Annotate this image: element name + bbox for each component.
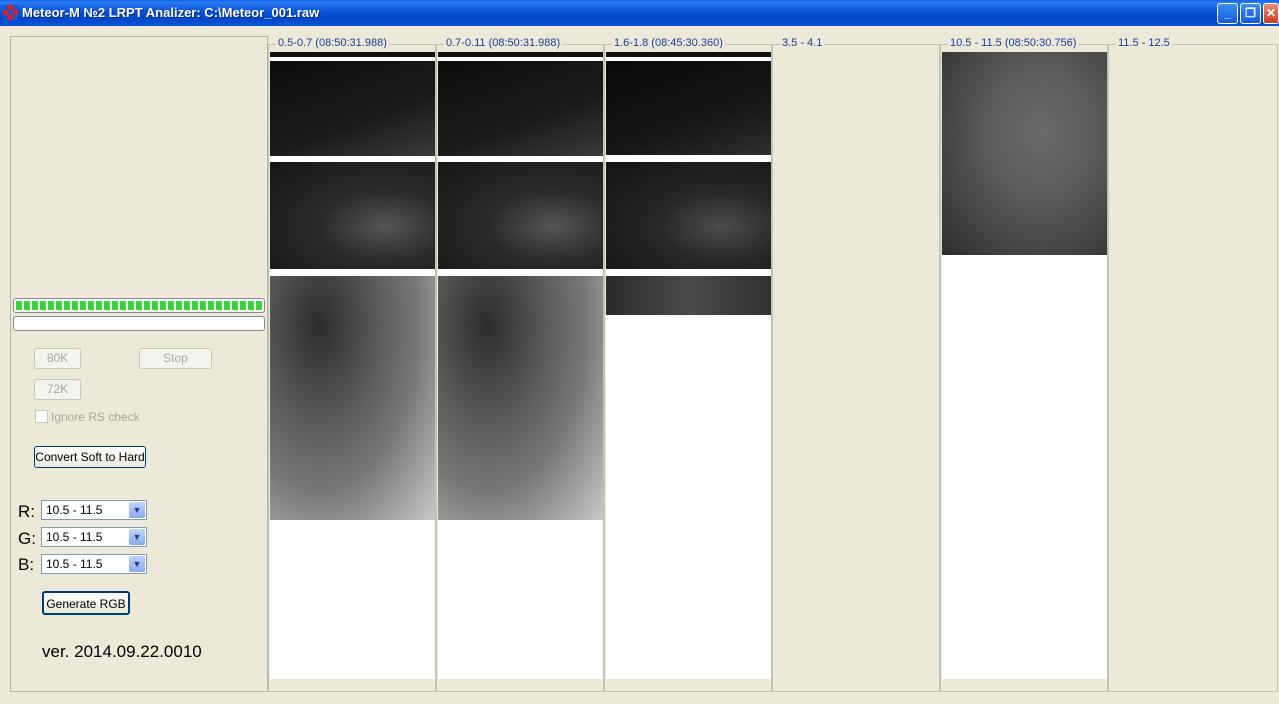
channel-column-6 xyxy=(1108,44,1278,692)
chevron-down-icon[interactable]: ▼ xyxy=(129,556,145,572)
b-label: B: xyxy=(18,555,35,574)
r-label: R: xyxy=(18,502,35,521)
b-channel-select[interactable]: 10.5 - 11.5 ▼ xyxy=(41,554,147,574)
channel-3-image xyxy=(606,52,771,679)
channel-5-image xyxy=(942,52,1107,679)
channel-2-image xyxy=(438,52,603,679)
decode-progress-bar xyxy=(13,298,265,313)
generate-rgb-button[interactable]: Generate RGB xyxy=(42,591,130,615)
g-channel-value: 10.5 - 11.5 xyxy=(46,530,103,544)
ignore-rs-label: Ignore RS check xyxy=(51,410,140,424)
b-channel-value: 10.5 - 11.5 xyxy=(46,557,103,571)
stop-button[interactable]: Stop xyxy=(139,348,212,369)
channel-2-label: 0.7-0.11 (08:50:31.988) xyxy=(444,37,563,49)
channel-3-label: 1.6-1.8 (08:45:30.360) xyxy=(612,37,725,49)
restore-button[interactable]: ❐ xyxy=(1240,3,1261,24)
secondary-progress-bar xyxy=(13,316,265,331)
channel-1-image xyxy=(270,52,435,679)
app-icon xyxy=(3,5,18,20)
g-channel-select[interactable]: 10.5 - 11.5 ▼ xyxy=(41,527,147,547)
g-label: G: xyxy=(18,529,36,548)
channel-4-label: 3.5 - 4.1 xyxy=(780,37,825,49)
r-channel-value: 10.5 - 11.5 xyxy=(46,503,103,517)
minimize-button[interactable]: _ xyxy=(1217,3,1238,24)
version-label: ver. 2014.09.22.0010 xyxy=(42,642,202,661)
r-channel-select[interactable]: 10.5 - 11.5 ▼ xyxy=(41,500,147,520)
mode-72k-button[interactable]: 72K xyxy=(34,379,81,400)
channel-1-label: 0.5-0.7 (08:50:31.988) xyxy=(276,37,389,49)
window-title: Meteor-M №2 LRPT Analizer: C:\Meteor_001… xyxy=(22,5,320,20)
chevron-down-icon[interactable]: ▼ xyxy=(129,502,145,518)
close-button[interactable]: ✕ xyxy=(1263,3,1279,24)
convert-soft-to-hard-button[interactable]: Convert Soft to Hard xyxy=(34,446,146,468)
channel-6-label: 11.5 - 12.5 xyxy=(1116,37,1172,49)
channel-5-label: 10.5 - 11.5 (08:50:30.756) xyxy=(948,37,1079,49)
ignore-rs-checkbox[interactable] xyxy=(35,410,48,423)
chevron-down-icon[interactable]: ▼ xyxy=(129,529,145,545)
channel-column-4 xyxy=(772,44,940,692)
title-bar: Meteor-M №2 LRPT Analizer: C:\Meteor_001… xyxy=(0,0,1279,26)
mode-80k-button[interactable]: 80K xyxy=(34,348,81,369)
